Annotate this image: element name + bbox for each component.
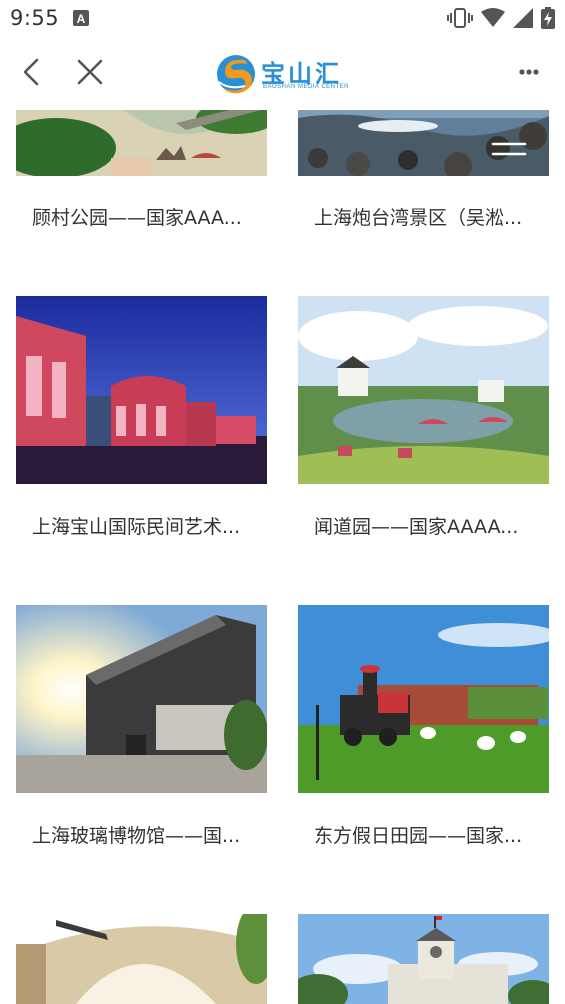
brand-logo: 宝山汇 BAOSHAN MEDIA CENTER [215, 50, 355, 98]
scenic-spot-grid: 顾村公园——国家AAA... 上海炮台湾景区（吴淞... 上海宝山国际民间艺术.… [0, 110, 565, 1004]
card-row4-right[interactable] [298, 914, 549, 1004]
wifi-icon [481, 8, 505, 28]
card-row4-left[interactable] [16, 914, 267, 1004]
svg-text:A: A [77, 12, 86, 26]
card-glass-museum[interactable]: 上海玻璃博物馆——国... [16, 605, 267, 865]
close-button[interactable] [72, 54, 108, 90]
card-title: 顾村公园——国家AAA... [32, 207, 242, 229]
card-folk-art-museum[interactable]: 上海宝山国际民间艺术... [16, 296, 267, 556]
card-title: 上海宝山国际民间艺术... [32, 516, 241, 538]
card-title: 东方假日田园——国家... [314, 825, 523, 847]
battery-charging-icon [541, 7, 555, 29]
more-button[interactable] [511, 54, 547, 90]
card-gucun-park[interactable]: 顾村公园——国家AAA... [16, 110, 267, 238]
status-bar: 9:55 A [0, 0, 565, 38]
menu-overlay-icon[interactable] [491, 140, 527, 160]
brand-subtitle: BAOSHAN MEDIA CENTER [263, 84, 350, 90]
card-image [16, 296, 267, 484]
status-icons [447, 6, 555, 30]
close-icon [77, 59, 103, 85]
card-title: 上海炮台湾景区（吴淞... [314, 207, 523, 229]
card-paotaiwan[interactable]: 上海炮台湾景区（吴淞... [298, 110, 549, 238]
card-image [298, 605, 549, 793]
card-wendao-garden[interactable]: 闻道园——国家AAAA... [298, 296, 549, 556]
card-title: 闻道园——国家AAAA... [314, 516, 519, 538]
more-icon [519, 69, 539, 75]
status-time: 9:55 [10, 6, 60, 30]
card-image [298, 296, 549, 484]
back-arrow-icon [23, 58, 39, 86]
a-notification-icon: A [73, 10, 89, 26]
app-header: 宝山汇 BAOSHAN MEDIA CENTER [0, 38, 565, 110]
card-oriental-holiday-farm[interactable]: 东方假日田园——国家... [298, 605, 549, 865]
signal-icon [513, 8, 533, 28]
card-image [16, 605, 267, 793]
card-title: 上海玻璃博物馆——国... [32, 825, 241, 847]
back-button[interactable] [14, 54, 50, 90]
card-image [16, 914, 267, 1004]
card-image [16, 110, 267, 176]
brand-mark-icon [217, 55, 255, 94]
vibrate-icon [447, 7, 473, 29]
card-image [298, 914, 549, 1004]
